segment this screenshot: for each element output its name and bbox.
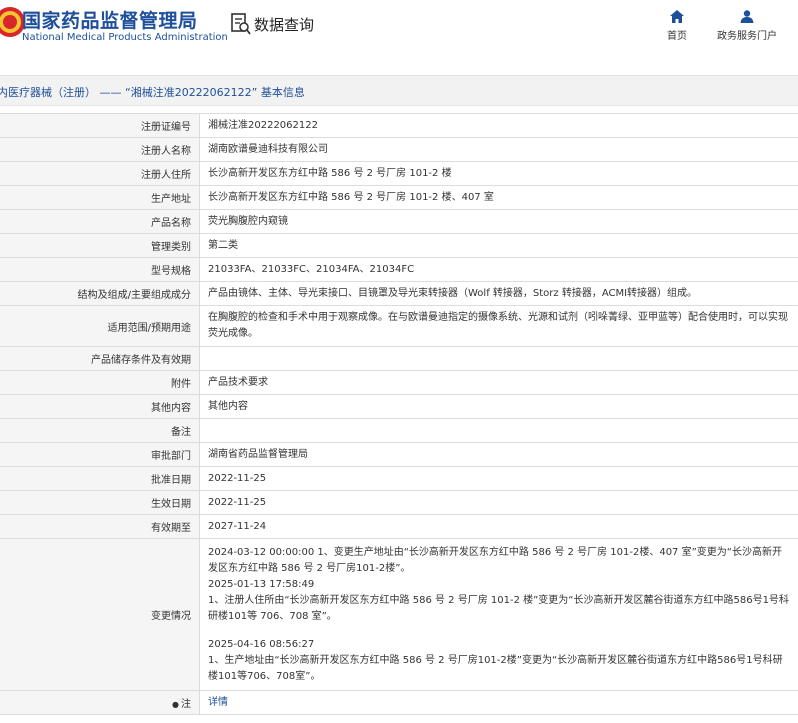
- site-header: 国家药品监督管理局 National Medical Products Admi…: [0, 0, 798, 60]
- nav-home-label: 首页: [667, 31, 687, 42]
- table-row: 批准日期 2022-11-25: [0, 466, 798, 491]
- table-row: 适用范围/预期用途 在胸腹腔的检查和手术中用于观察成像。在与欧谱曼迪指定的摄像系统…: [0, 305, 798, 347]
- changes-label: 变更情况: [0, 538, 200, 691]
- row-value: 21033FA、21033FC、21034FA、21034FC: [199, 257, 798, 282]
- data-query-title: 数据查询: [254, 16, 315, 34]
- row-label: 型号规格: [0, 257, 200, 282]
- row-label: 有效期至: [0, 514, 200, 539]
- change-time: 2025-04-16 08:56:27: [208, 638, 315, 650]
- row-label: 结构及组成/主要组成成分: [0, 281, 200, 306]
- row-label: 适用范围/预期用途: [0, 305, 200, 347]
- table-row: 管理类别 第二类: [0, 233, 798, 258]
- row-value: 2027-11-24: [199, 514, 798, 539]
- row-label: 审批部门: [0, 442, 200, 467]
- row-label: 生效日期: [0, 490, 200, 515]
- nav-gov-service[interactable]: 政务服务门户: [712, 10, 782, 42]
- row-label: 产品名称: [0, 209, 200, 234]
- table-row: 产品名称 荧光胸腹腔内窥镜: [0, 209, 798, 234]
- change-text: 1、生产地址由“长沙高新开发区东方红中路 586 号 2 号厂房101-2楼”变…: [208, 654, 783, 682]
- row-value: [199, 346, 798, 371]
- note-label: 注: [181, 699, 191, 710]
- row-label: 生产地址: [0, 185, 200, 210]
- changes-gap: [208, 625, 790, 637]
- breadcrumb: 内医疗器械（注册） —— “湘械注准20222062122” 基本信息: [0, 75, 798, 106]
- row-value: [199, 418, 798, 443]
- table-row: 注册人名称 湖南欧谱曼迪科技有限公司: [0, 137, 798, 162]
- changes-value: 2024-03-12 00:00:00 1、变更生产地址由“长沙高新开发区东方红…: [199, 538, 798, 691]
- row-value: 2022-11-25: [199, 490, 798, 515]
- note-label-cell: ● 注: [0, 690, 200, 715]
- row-label: 注册人住所: [0, 161, 200, 186]
- row-value: 2022-11-25: [199, 466, 798, 491]
- table-row: 生产地址 长沙高新开发区东方红中路 586 号 2 号厂房 101-2 楼、407…: [0, 185, 798, 210]
- row-value: 湖南省药品监督管理局: [199, 442, 798, 467]
- row-value: 第二类: [199, 233, 798, 258]
- row-value: 湖南欧谱曼迪科技有限公司: [199, 137, 798, 162]
- row-value: 在胸腹腔的检查和手术中用于观察成像。在与欧谱曼迪指定的摄像系统、光源和试剂（吲哚…: [199, 305, 798, 347]
- table-row: 有效期至 2027-11-24: [0, 514, 798, 539]
- table-row: 其他内容 其他内容: [0, 394, 798, 419]
- table-row: 备注: [0, 418, 798, 443]
- row-label: 注册人名称: [0, 137, 200, 162]
- detail-table: 注册证编号 湘械注准20222062122 注册人名称 湖南欧谱曼迪科技有限公司 注册人…: [0, 113, 798, 715]
- row-label: 注册证编号: [0, 113, 200, 138]
- row-value: 其他内容: [199, 394, 798, 419]
- table-row-note: ● 注详情: [0, 690, 798, 715]
- change-time: 2025-01-13 17:58:49: [208, 578, 315, 590]
- table-row-changes: 变更情况 2024-03-12 00:00:00 1、变更生产地址由“长沙高新开发…: [0, 538, 798, 691]
- breadcrumb-text: 内医疗器械（注册） —— “湘械注准20222062122” 基本信息: [0, 86, 305, 99]
- note-icon: ●: [172, 700, 179, 709]
- change-text: 2024-03-12 00:00:00 1、变更生产地址由“长沙高新开发区东方红…: [208, 546, 782, 574]
- note-value: 详情: [199, 690, 798, 715]
- table-row: 审批部门 湖南省药品监督管理局: [0, 442, 798, 467]
- table-row: 注册证编号 湘械注准20222062122: [0, 113, 798, 138]
- row-value: 产品由镜体、主体、导光束接口、目镜罩及导光束转接器（Wolf 转接器，Storz…: [199, 281, 798, 306]
- table-row: 型号规格 21033FA、21033FC、21034FA、21034FC: [0, 257, 798, 282]
- brand-title[interactable]: 国家药品监督管理局: [22, 6, 198, 33]
- row-value: 产品技术要求: [199, 370, 798, 395]
- table-row: 产品储存条件及有效期: [0, 346, 798, 371]
- brand-subtitle: National Medical Products Administration: [22, 32, 228, 43]
- table-row: 注册人住所 长沙高新开发区东方红中路 586 号 2 号厂房 101-2 楼: [0, 161, 798, 186]
- row-label: 产品储存条件及有效期: [0, 346, 200, 371]
- row-value: 长沙高新开发区东方红中路 586 号 2 号厂房 101-2 楼、407 室: [199, 185, 798, 210]
- data-query-icon: [231, 13, 251, 35]
- row-label: 其他内容: [0, 394, 200, 419]
- change-text: 1、注册人住所由“长沙高新开发区东方红中路 586 号 2 号厂房 101-2 …: [208, 594, 789, 622]
- nav-service-label: 政务服务门户: [717, 31, 777, 42]
- details-link[interactable]: 详情: [208, 697, 228, 708]
- nav-home[interactable]: 首页: [662, 10, 692, 42]
- row-value: 湘械注准20222062122: [199, 113, 798, 138]
- row-label: 管理类别: [0, 233, 200, 258]
- user-icon: [740, 10, 754, 23]
- table-row: 生效日期 2022-11-25: [0, 490, 798, 515]
- home-icon: [670, 10, 684, 23]
- table-row: 结构及组成/主要组成成分 产品由镜体、主体、导光束接口、目镜罩及导光束转接器（Wo…: [0, 281, 798, 306]
- row-label: 备注: [0, 418, 200, 443]
- row-label: 附件: [0, 370, 200, 395]
- row-label: 批准日期: [0, 466, 200, 491]
- row-value: 荧光胸腹腔内窥镜: [199, 209, 798, 234]
- table-row: 附件 产品技术要求: [0, 370, 798, 395]
- row-value: 长沙高新开发区东方红中路 586 号 2 号厂房 101-2 楼: [199, 161, 798, 186]
